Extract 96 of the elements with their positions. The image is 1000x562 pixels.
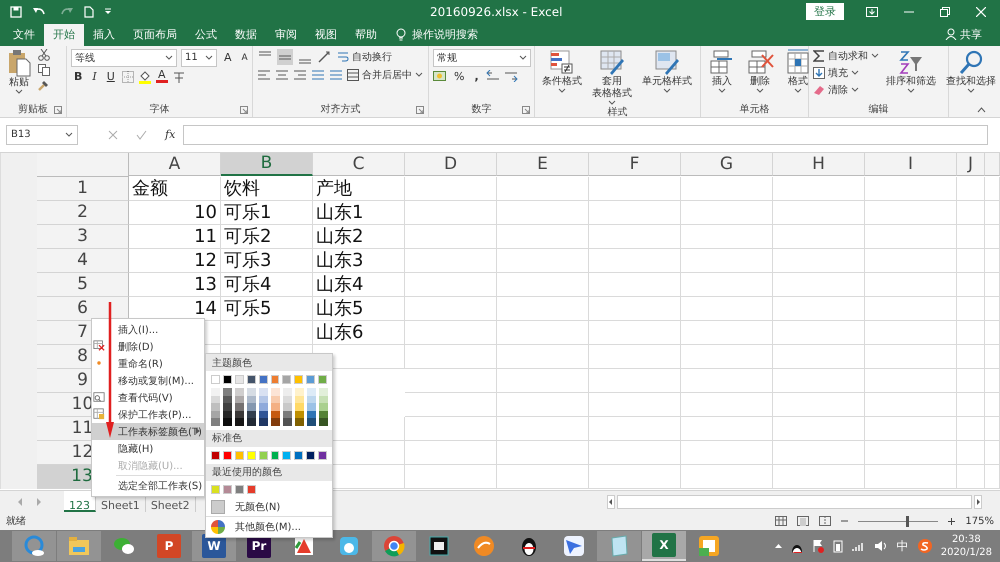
app-logo: X [652, 533, 676, 558]
ribbon-tab[interactable]: 插入 [84, 24, 124, 46]
ribbon-tab[interactable]: 视图 [306, 24, 346, 46]
row-header[interactable]: 6 [37, 296, 129, 321]
sign-in-button[interactable]: 登录 [806, 3, 844, 20]
ribbon-tab[interactable]: 公式 [186, 24, 226, 46]
window-title: 20160926.xlsx - Excel [430, 4, 564, 19]
table-cell: 山东1 [313, 200, 405, 225]
italic-button[interactable]: I [89, 70, 100, 84]
group-label: 数字 [472, 102, 492, 116]
ribbon-button[interactable]: 格式 [781, 48, 815, 102]
group-label: 剪贴板 [18, 102, 48, 116]
ribbon-button[interactable]: 套用 表格格式 [589, 48, 635, 105]
row-header[interactable]: 4 [37, 248, 129, 273]
wrap-text-button[interactable]: 自动换行 [337, 50, 392, 64]
group-label: 样式 [608, 106, 628, 119]
group-label: 单元格 [740, 102, 770, 116]
ribbon-tab[interactable]: 数据 [226, 24, 266, 46]
ribbon-tab[interactable]: 审阅 [266, 24, 306, 46]
app-logo: P [157, 534, 181, 558]
ribbon-button[interactable]: 清除 [813, 82, 879, 97]
taskbar-app[interactable]: P [147, 531, 191, 562]
table-cell: 山东4 [313, 272, 405, 297]
status-text: 就绪 [6, 514, 26, 528]
column-header[interactable]: A [129, 152, 221, 176]
comma-button[interactable]: , [471, 70, 482, 83]
table-cell: 产地 [313, 176, 405, 201]
ribbon-button[interactable]: 条件格式 [539, 48, 585, 105]
column-header[interactable]: E [497, 152, 589, 176]
column-header[interactable]: I [865, 152, 957, 176]
table-cell: 可乐1 [221, 200, 313, 225]
table-cell: 13 [129, 272, 221, 297]
merge-center-button[interactable]: 合并后居中 [347, 68, 423, 82]
shrink-font-button[interactable]: A [238, 52, 251, 63]
taskbar-app[interactable]: X [642, 531, 686, 562]
ribbon-tab[interactable]: 页面布局 [124, 24, 186, 46]
column-header[interactable]: B [221, 152, 313, 176]
table-cell: 山东2 [313, 224, 405, 249]
font-color-button[interactable]: A [156, 70, 168, 84]
menu-heading: 最近使用的颜色 [212, 466, 282, 479]
bold-button[interactable]: B [71, 70, 86, 84]
input-method[interactable]: 中 [896, 538, 909, 555]
group-label: 字体 [150, 102, 170, 116]
font-name-field[interactable]: 等线 [71, 48, 177, 67]
share-button[interactable]: 共享 [945, 26, 1000, 46]
column-header[interactable]: J [957, 152, 985, 176]
table-cell: 11 [129, 224, 221, 249]
ribbon-tab[interactable]: 开始 [44, 24, 84, 46]
insert-function-button[interactable]: fx [165, 128, 176, 142]
column-header[interactable]: H [773, 152, 865, 176]
column-header[interactable]: C [313, 152, 405, 176]
clock-time[interactable]: 20:38 [952, 533, 981, 546]
ribbon-tab[interactable]: 文件 [4, 24, 44, 46]
menu-heading: 标准色 [212, 432, 242, 445]
menu-item[interactable]: 无颜色(N) [206, 498, 332, 516]
table-cell: 12 [129, 248, 221, 273]
ribbon-button[interactable]: 插入 [705, 48, 739, 102]
row-header[interactable]: 5 [37, 272, 129, 297]
group-label: 编辑 [868, 102, 888, 116]
sheet-tab[interactable]: 123 [64, 491, 96, 512]
table-cell: 金额 [129, 176, 221, 201]
ribbon-button[interactable]: 查找和选择 [943, 48, 999, 102]
ribbon-button[interactable]: 排序和筛选 [883, 48, 939, 102]
table-cell: 可乐5 [221, 296, 313, 321]
table-cell: 可乐2 [221, 224, 313, 249]
table-cell: 山东6 [313, 320, 405, 345]
table-cell: 饮料 [221, 176, 313, 201]
row-header[interactable]: 3 [37, 224, 129, 249]
row-header[interactable]: 1 [37, 176, 129, 201]
group-label: 对齐方式 [320, 102, 360, 116]
font-size-field[interactable]: 11 [181, 48, 217, 67]
column-header[interactable]: F [589, 152, 681, 176]
tell-me-search[interactable]: 操作说明搜索 [412, 26, 478, 42]
table-cell: 可乐4 [221, 272, 313, 297]
table-cell: 山东3 [313, 248, 405, 273]
table-cell: 山东5 [313, 296, 405, 321]
table-cell: 10 [129, 200, 221, 225]
percent-button[interactable]: % [451, 70, 468, 83]
ribbon-button[interactable]: 单元格样式 [639, 48, 695, 105]
clock-date[interactable]: 2020/1/28 [940, 546, 992, 560]
ribbon-button[interactable]: 删除 [743, 48, 777, 102]
zoom-level[interactable]: 175% [965, 516, 994, 527]
column-header[interactable]: D [405, 152, 497, 176]
row-header[interactable]: 2 [37, 200, 129, 225]
ribbon-button[interactable]: 填充 [813, 66, 879, 80]
ribbon-button[interactable]: 自动求和 [813, 48, 879, 63]
table-cell: 可乐3 [221, 248, 313, 273]
ribbon-tab[interactable]: 帮助 [346, 24, 386, 46]
number-format-field[interactable]: 常规 [433, 48, 531, 67]
name-box[interactable]: B13 [6, 124, 78, 145]
paste-button[interactable]: 粘贴 [4, 48, 34, 102]
column-header[interactable]: G [681, 152, 773, 176]
menu-heading: 主题颜色 [212, 356, 252, 370]
grow-font-button[interactable]: A [221, 51, 235, 64]
underline-button[interactable]: U [104, 70, 118, 84]
menu-item[interactable]: 工作表标签颜色(T) [92, 423, 204, 440]
